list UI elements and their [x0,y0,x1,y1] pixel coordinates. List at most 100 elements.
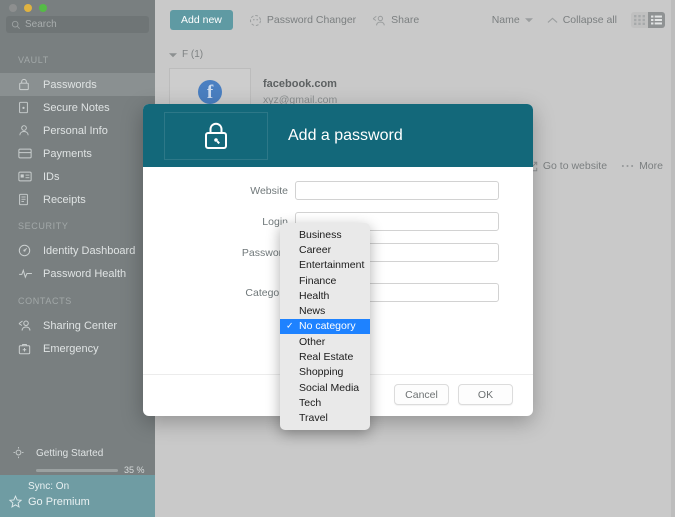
dropdown-option-other[interactable]: Other [280,334,370,349]
dropdown-option-shopping[interactable]: Shopping [280,365,370,380]
receipt-icon [18,193,34,207]
website-input[interactable] [295,181,499,200]
sidebar-item-receipts[interactable]: Receipts [0,188,155,211]
field-label-category: Category [245,286,288,299]
sidebar-item-secure-notes[interactable]: Secure Notes [0,96,155,119]
dropdown-option-news[interactable]: News [280,303,370,318]
add-new-button[interactable]: Add new [170,10,233,30]
more-button[interactable]: More [621,160,663,172]
category-dropdown-menu[interactable]: Business Career Entertainment Finance He… [280,223,370,430]
toolbar-right: Name Collapse all [478,12,665,28]
option-label: Travel [299,412,328,425]
option-label: Entertainment [299,259,365,272]
list-item-text: facebook.com xyz@gmail.com [263,68,337,106]
dropdown-option-career[interactable]: Career [280,242,370,257]
getting-started-progress [36,468,118,472]
list-view-icon[interactable] [648,12,665,28]
star-icon [9,495,22,508]
field-row-website: Website [143,181,533,200]
dialog-header: Add a password [143,104,533,167]
option-label: Business [299,228,342,241]
minimize-window-button[interactable] [24,4,32,12]
go-to-website-button[interactable]: Go to website [527,160,607,172]
section-label-contacts: CONTACTS [18,296,72,306]
sidebar-item-label: Payments [43,147,92,160]
share-icon [372,14,386,27]
cancel-button[interactable]: Cancel [394,384,449,405]
dropdown-option-no-category[interactable]: ✓ No category [280,318,370,335]
grid-view-icon[interactable] [631,12,648,28]
sidebar-section-vault: VAULT Passwords Secure Notes Personal In… [0,55,155,211]
option-label: Finance [299,274,337,287]
sidebar-item-personal-info[interactable]: Personal Info [0,119,155,142]
sidebar-item-sharing-center[interactable]: Sharing Center [0,314,155,337]
ok-button[interactable]: OK [458,384,513,405]
go-to-website-label: Go to website [542,160,608,172]
option-label: Shopping [299,366,344,379]
sort-dropdown[interactable]: Name [492,14,533,26]
dropdown-option-health[interactable]: Health [280,288,370,303]
person-icon [18,124,34,138]
note-icon [18,101,34,115]
maximize-window-button[interactable] [39,4,47,12]
share-person-icon [18,319,34,333]
pulse-icon [18,267,34,281]
app-window: Search VAULT Passwords Secure Notes Pers… [0,0,675,517]
sidebar-item-label: Receipts [43,193,86,206]
sidebar-item-identity-dashboard[interactable]: Identity Dashboard [0,239,155,262]
vertical-scrollbar[interactable] [671,0,675,517]
sync-status-label: Sync: On [28,481,70,492]
field-label-website: Website [250,184,288,197]
lightbulb-icon [12,446,28,460]
sort-label: Name [491,14,520,26]
sidebar-item-label: Secure Notes [43,101,110,114]
window-controls[interactable] [9,4,47,12]
dropdown-option-entertainment[interactable]: Entertainment [280,258,370,273]
close-window-button[interactable] [9,4,17,12]
emergency-kit-icon [18,342,34,356]
sidebar-item-passwords[interactable]: Passwords [0,73,155,96]
chevron-up-icon [547,17,558,24]
sidebar-item-label: Passwords [43,78,97,91]
sidebar-item-label: Emergency [43,342,99,355]
section-label-security: SECURITY [18,221,69,231]
share-button[interactable]: Share [372,14,419,27]
getting-started-panel[interactable]: Getting Started 35 % [0,446,155,475]
sidebar-item-emergency[interactable]: Emergency [0,337,155,360]
facebook-glyph: f [198,80,222,104]
dropdown-option-travel[interactable]: Travel [280,411,370,426]
id-card-icon [18,170,34,184]
dropdown-option-social-media[interactable]: Social Media [280,380,370,395]
sidebar-item-password-health[interactable]: Password Health [0,262,155,285]
dropdown-option-real-estate[interactable]: Real Estate [280,349,370,364]
list-item-title: facebook.com [263,78,337,90]
dashboard-icon [18,244,34,258]
field-label-login: Login [262,215,288,228]
sidebar-item-payments[interactable]: Payments [0,142,155,165]
dialog-title: Add a password [288,126,403,144]
dropdown-option-finance[interactable]: Finance [280,273,370,288]
sidebar-item-label: Personal Info [43,124,108,137]
search-icon [11,20,21,30]
card-icon [18,147,34,161]
password-changer-icon [249,14,262,27]
dropdown-option-business[interactable]: Business [280,227,370,242]
dropdown-option-tech[interactable]: Tech [280,395,370,410]
sidebar-item-ids[interactable]: IDs [0,165,155,188]
getting-started-label: Getting Started [36,447,104,459]
sidebar-item-label: Password Health [43,267,127,280]
caret-down-icon [169,52,177,58]
option-label: Tech [299,396,322,409]
group-header-label: F (1) [182,49,204,60]
sidebar: Search VAULT Passwords Secure Notes Pers… [0,0,155,517]
go-premium-link[interactable]: Go Premium [28,496,90,508]
sidebar-item-label: Identity Dashboard [43,244,136,257]
view-toggle[interactable] [631,12,665,28]
collapse-all-button[interactable]: Collapse all [547,14,617,26]
password-changer-button[interactable]: Password Changer [249,14,356,27]
sidebar-item-label: Sharing Center [43,319,117,332]
option-label: Real Estate [299,351,354,364]
group-header[interactable]: F (1) [169,49,203,60]
toolbar: Add new Password Changer Share Name Coll… [155,0,675,40]
search-input[interactable]: Search [6,16,149,33]
